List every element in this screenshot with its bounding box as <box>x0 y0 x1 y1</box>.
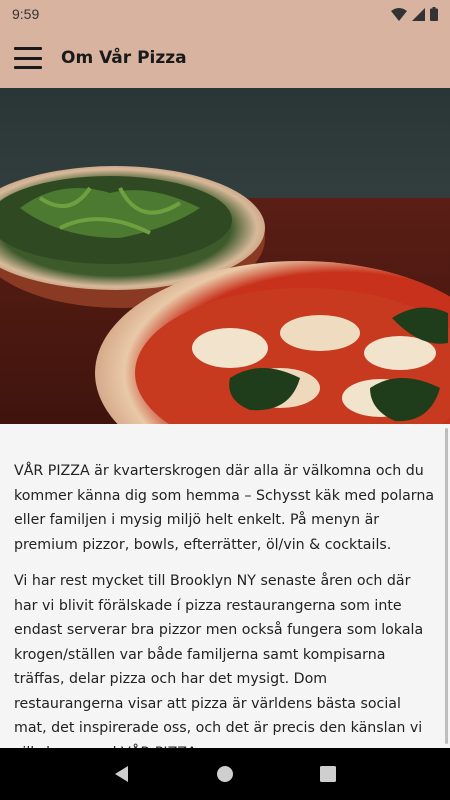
recents-icon[interactable] <box>316 762 340 786</box>
about-content: VÅR PIZZA är kvarterskrogen där alla är … <box>0 424 450 761</box>
battery-icon <box>430 7 438 21</box>
about-paragraph-1: VÅR PIZZA är kvarterskrogen där alla är … <box>14 463 435 553</box>
back-icon[interactable] <box>110 762 134 786</box>
wifi-icon <box>391 7 407 21</box>
status-icons <box>391 7 438 21</box>
hamburger-menu-icon[interactable] <box>14 47 42 69</box>
app-bar: Om Vår Pizza <box>0 28 450 88</box>
about-paragraph-2: Vi har rest mycket till Brooklyn NY sena… <box>14 573 424 761</box>
home-icon[interactable] <box>213 762 237 786</box>
page-title: Om Vår Pizza <box>61 48 187 68</box>
scrollbar[interactable] <box>445 428 448 744</box>
status-time: 9:59 <box>12 6 40 22</box>
cellular-signal-icon <box>412 7 425 21</box>
hero-pizza-image <box>0 88 450 424</box>
status-bar: 9:59 <box>0 0 450 28</box>
system-nav-bar <box>0 748 450 800</box>
